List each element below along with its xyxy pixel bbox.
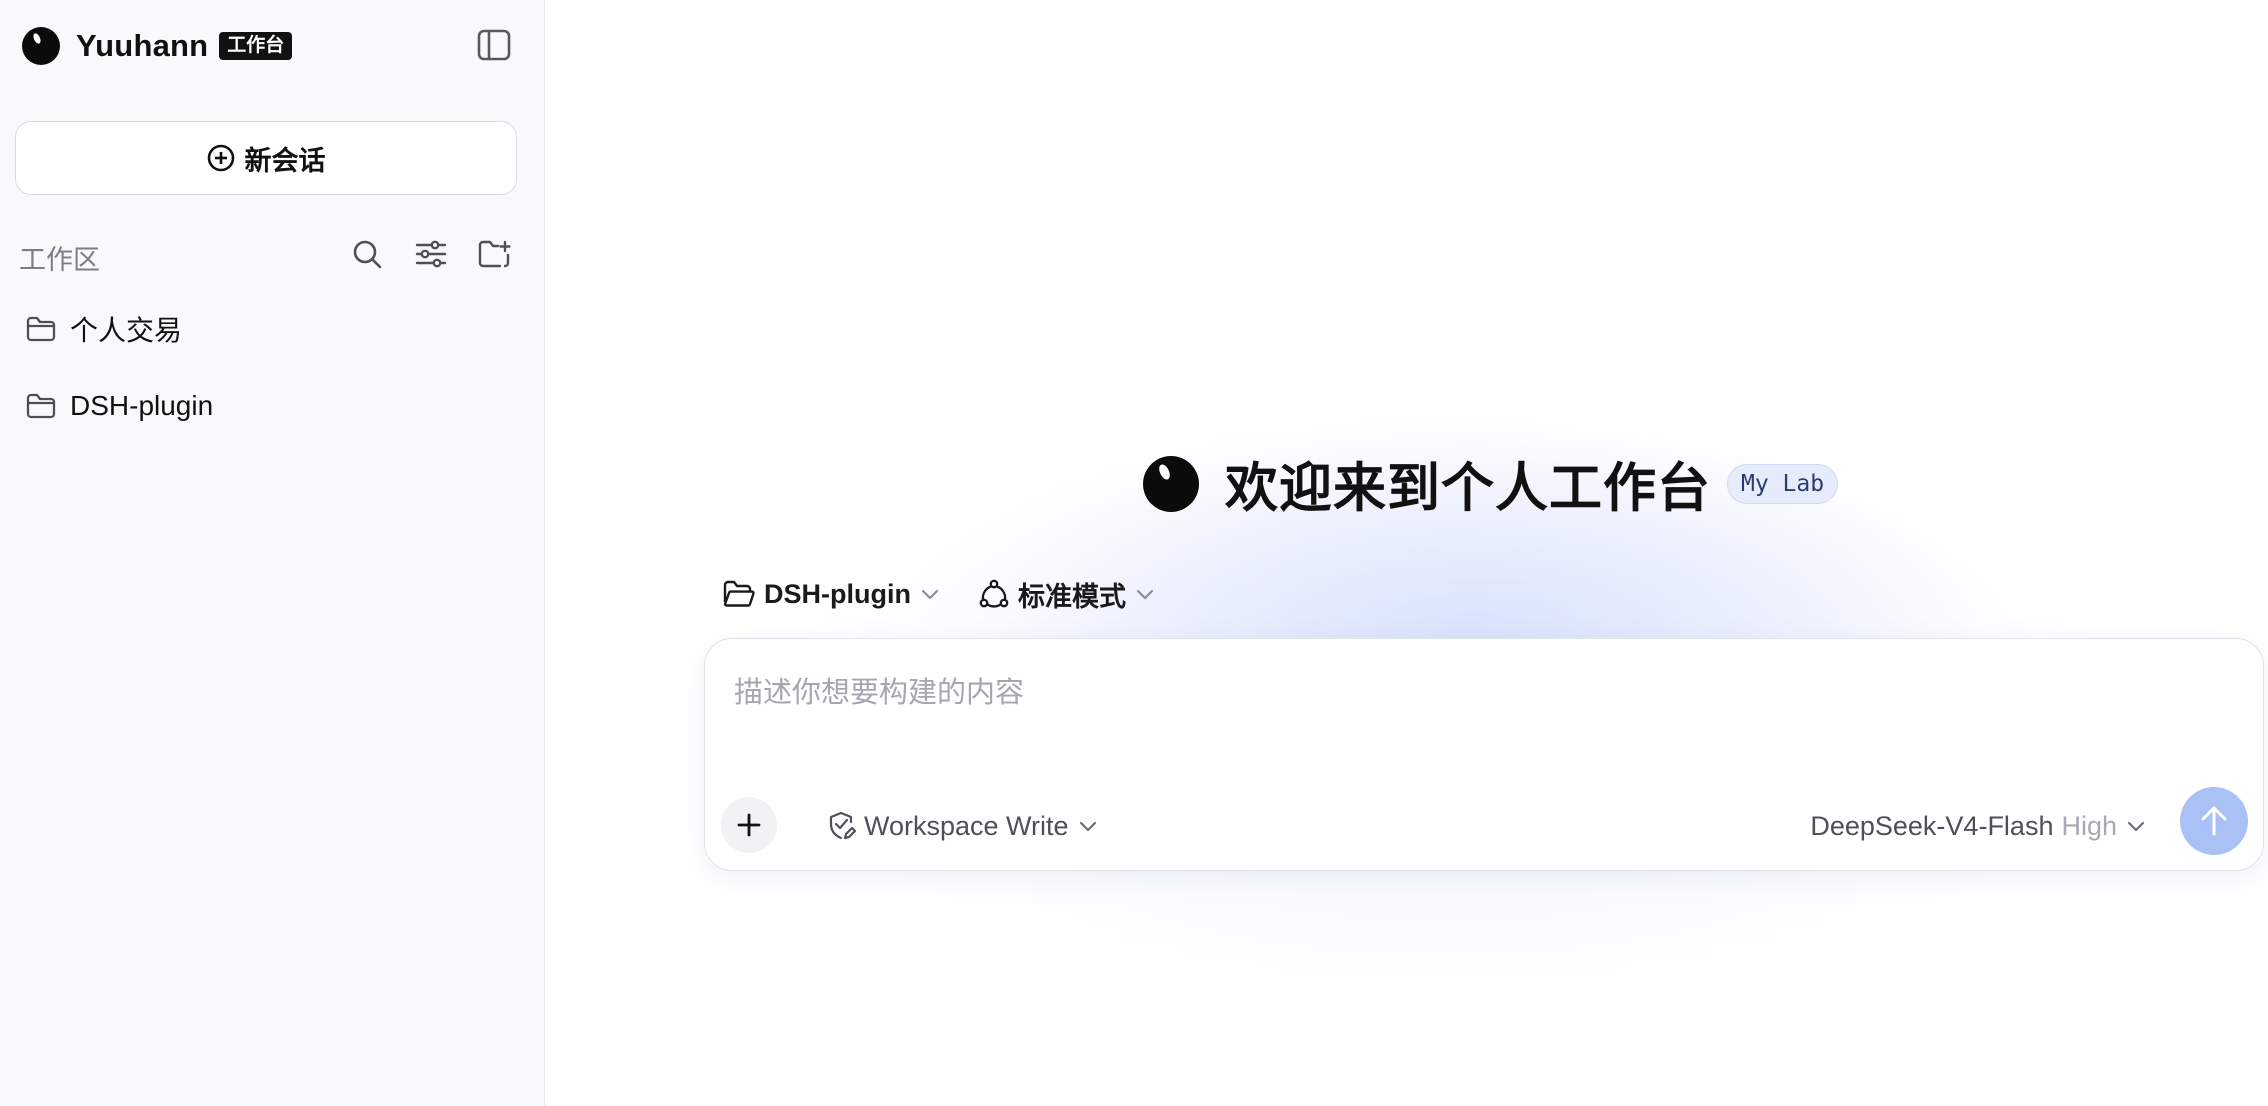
folder-label: 个人交易 bbox=[70, 315, 183, 346]
mode-label: 标准模式 bbox=[1017, 581, 1126, 612]
chevron-down-icon bbox=[2127, 821, 2145, 832]
search-icon bbox=[353, 240, 382, 269]
logo-icon bbox=[22, 27, 60, 65]
sliders-icon bbox=[415, 240, 447, 268]
folder-icon bbox=[26, 393, 56, 419]
plus-circle-icon bbox=[207, 144, 234, 172]
model-effort: High bbox=[2061, 810, 2117, 841]
workspace-header: 工作区 bbox=[19, 232, 529, 276]
project-selector[interactable]: DSH-plugin bbox=[723, 579, 939, 610]
workspace-title: 工作区 bbox=[19, 245, 100, 275]
chevron-down-icon bbox=[921, 589, 939, 600]
project-label: DSH-plugin bbox=[764, 578, 911, 609]
plus-icon bbox=[737, 813, 761, 837]
workspace-search-button[interactable] bbox=[345, 232, 389, 276]
sidebar-toggle-button[interactable] bbox=[474, 25, 514, 65]
new-chat-button[interactable]: 新会话 bbox=[15, 121, 517, 195]
logo-icon bbox=[1143, 456, 1199, 512]
folder-item[interactable]: 个人交易 bbox=[14, 301, 530, 357]
attach-button[interactable] bbox=[721, 797, 777, 853]
welcome-heading: 欢迎来到个人工作台 My Lab bbox=[1143, 448, 1839, 520]
shield-edit-icon bbox=[829, 811, 856, 840]
workspace-filter-button[interactable] bbox=[409, 232, 453, 276]
folder-plus-icon bbox=[478, 240, 511, 268]
new-folder-button[interactable] bbox=[473, 232, 517, 276]
arrow-up-icon bbox=[2201, 806, 2227, 836]
permission-selector[interactable]: Workspace Write bbox=[828, 808, 1097, 844]
chevron-down-icon bbox=[1079, 821, 1096, 832]
app-window: Yuuhann 工作台 新会话 工作区 个人交易 DSH-plugin 欢迎来到… bbox=[0, 0, 2268, 1106]
permission-label: Workspace Write bbox=[864, 810, 1069, 841]
sidebar: Yuuhann 工作台 新会话 工作区 个人交易 DSH-plugin bbox=[0, 0, 545, 1106]
model-selector[interactable]: DeepSeek-V4-Flash High bbox=[1810, 808, 2145, 844]
brand: Yuuhann 工作台 bbox=[22, 24, 293, 68]
folder-open-icon bbox=[723, 580, 755, 607]
folder-icon bbox=[26, 316, 56, 342]
lab-tag: My Lab bbox=[1727, 464, 1839, 504]
sidebar-toggle-icon bbox=[477, 29, 511, 61]
main-panel: 欢迎来到个人工作台 My Lab DSH-plugin 标准模式 描述你想要构建… bbox=[546, 0, 2268, 1106]
prompt-input[interactable] bbox=[734, 667, 2214, 719]
folder-item[interactable]: DSH-plugin bbox=[14, 378, 530, 434]
prompt-composer: Workspace Write DeepSeek-V4-Flash High bbox=[704, 638, 2264, 871]
brand-name: Yuuhann bbox=[76, 28, 209, 63]
nodes-icon bbox=[979, 579, 1009, 608]
new-chat-label: 新会话 bbox=[244, 145, 326, 176]
welcome-title: 欢迎来到个人工作台 bbox=[1225, 459, 1711, 518]
model-name: DeepSeek-V4-Flash bbox=[1810, 810, 2054, 841]
selector-row: DSH-plugin 标准模式 bbox=[723, 572, 1154, 616]
chevron-down-icon bbox=[1136, 589, 1154, 600]
brand-badge: 工作台 bbox=[219, 32, 293, 60]
folder-label: DSH-plugin bbox=[70, 390, 214, 421]
send-button[interactable] bbox=[2180, 787, 2248, 855]
mode-selector[interactable]: 标准模式 bbox=[979, 575, 1154, 614]
